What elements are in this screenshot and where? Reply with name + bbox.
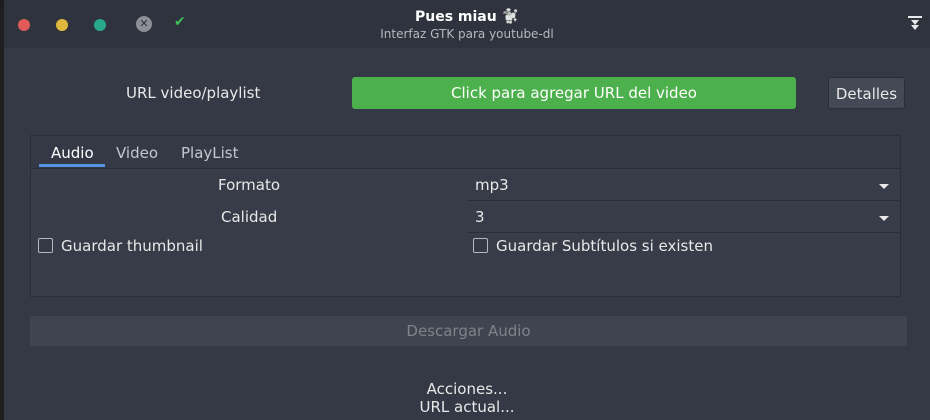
title-bar: ✕ ✔ Pues miau 🐩 Interfaz GTK para youtub… [4, 0, 930, 48]
active-tab-indicator [39, 164, 105, 167]
download-audio-button[interactable]: Descargar Audio [29, 315, 908, 347]
app-window: ✕ ✔ Pues miau 🐩 Interfaz GTK para youtub… [4, 0, 930, 420]
window-subtitle: Interfaz GTK para youtube-dl [380, 27, 554, 41]
status-actions: Acciones... [426, 380, 508, 398]
options-notebook: Audio Video PlayList Formato mp3 Calidad… [30, 135, 901, 297]
thumbnail-checkbox[interactable] [38, 238, 53, 253]
url-label: URL video/playlist [126, 84, 261, 102]
quality-value: 3 [475, 208, 485, 226]
download-icon[interactable] [908, 16, 922, 32]
quality-label: Calidad [221, 208, 278, 226]
quality-select[interactable]: 3 [467, 201, 899, 233]
format-select[interactable]: mp3 [467, 169, 899, 201]
chevron-down-icon [879, 184, 889, 189]
tab-bar: Audio Video PlayList [31, 136, 900, 169]
subtitles-label: Guardar Subtítulos si existen [496, 237, 713, 255]
status-current-url: URL actual... [419, 398, 515, 416]
add-url-button[interactable]: Click para agregar URL del video [352, 77, 796, 109]
window-title: Pues miau 🐩 [414, 9, 520, 25]
format-value: mp3 [475, 176, 509, 194]
tab-video[interactable]: Video [116, 144, 158, 162]
details-button[interactable]: Detalles [828, 77, 905, 109]
format-label: Formato [218, 176, 281, 194]
thumbnail-label: Guardar thumbnail [61, 237, 203, 255]
tab-playlist[interactable]: PlayList [181, 144, 239, 162]
tab-audio[interactable]: Audio [51, 144, 94, 162]
subtitles-checkbox[interactable] [473, 238, 488, 253]
chevron-down-icon [879, 216, 889, 221]
